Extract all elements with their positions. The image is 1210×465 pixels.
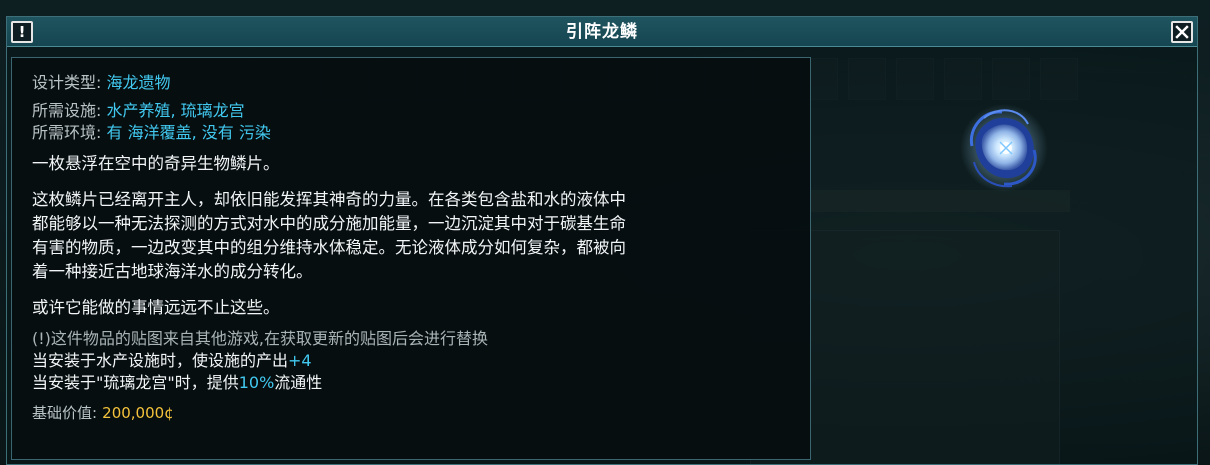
dragon-scale-icon [960, 104, 1048, 192]
environment-value: 有 海洋覆盖, 没有 污染 [106, 123, 271, 142]
price-row: 基础价值: 200,000¢ [32, 402, 798, 424]
design-type-value: 海龙遗物 [106, 73, 171, 92]
dialog-title: 引阵龙鳞 [566, 22, 638, 42]
effect-dragon-palace-value: 10% [238, 373, 275, 392]
environment-label: 所需环境: [32, 123, 102, 142]
effect-dragon-palace-suffix: 流通性 [274, 373, 323, 392]
price-value: 200,000¢ [102, 404, 174, 422]
close-button[interactable] [1171, 21, 1193, 43]
design-type-row: 设计类型: 海龙遗物 [32, 72, 798, 94]
item-summary: 一枚悬浮在空中的奇异生物鳞片。 [32, 154, 280, 173]
effect-dragon-palace-text: 当安装于"琉璃龙宫"时，提供 [32, 373, 239, 392]
effect-aquaculture: 当安装于水产设施时，使设施的产出+4 [32, 350, 798, 372]
title-bar: 引阵龙鳞 ! [7, 17, 1197, 47]
info-icon: ! [18, 23, 26, 41]
price-label: 基础价值: [32, 404, 98, 422]
info-button[interactable]: ! [11, 21, 33, 43]
close-icon [1175, 25, 1189, 39]
tooltip-content: 设计类型: 海龙遗物 所需设施: 水产养殖, 琉璃龙宫 所需环境: 有 海洋覆盖… [32, 72, 798, 424]
item-dialog: 引阵龙鳞 ! 设计类型: 海龙遗物 所需设施: 水产养殖, 琉璃龙宫 所需环境:… [6, 16, 1198, 465]
item-flavor-text: 或许它能做的事情远远不止这些。 [32, 298, 280, 317]
effect-aquaculture-text: 当安装于水产设施时，使设施的产出 [32, 351, 289, 370]
description-line-2: 都能够以一种无法探测的方式对水中的成分施加能量，一边沉淀其中对于碳基生命 [32, 214, 626, 233]
effect-aquaculture-value: +4 [288, 351, 312, 370]
item-tooltip-panel: 设计类型: 海龙遗物 所需设施: 水产养殖, 琉璃龙宫 所需环境: 有 海洋覆盖… [11, 57, 811, 460]
facility-row: 所需设施: 水产养殖, 琉璃龙宫 [32, 100, 798, 122]
facility-value: 水产养殖, 琉璃龙宫 [106, 101, 245, 120]
texture-notice: (!)这件物品的贴图来自其他游戏,在获取更新的贴图后会进行替换 [32, 329, 488, 348]
design-type-label: 设计类型: [32, 73, 102, 92]
description-line-4: 着一种接近古地球海洋水的成分转化。 [32, 262, 313, 281]
environment-row: 所需环境: 有 海洋覆盖, 没有 污染 [32, 122, 798, 144]
description-line-1: 这枚鳞片已经离开主人，却依旧能发挥其神奇的力量。在各类包含盐和水的液体中 [32, 190, 626, 209]
facility-label: 所需设施: [32, 101, 102, 120]
description-line-3: 有害的物质，一边改变其中的组分维持水体稳定。无论液体成分如何复杂，都被向 [32, 238, 626, 257]
effect-dragon-palace: 当安装于"琉璃龙宫"时，提供10%流通性 [32, 372, 798, 394]
